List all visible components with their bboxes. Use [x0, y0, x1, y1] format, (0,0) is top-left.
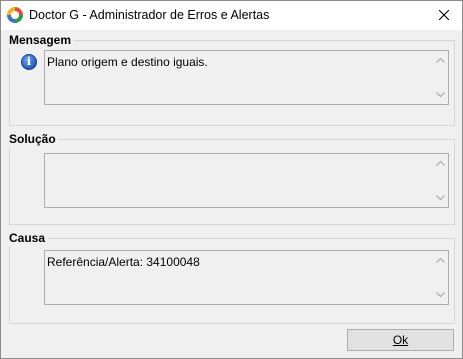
title-bar: Doctor G - Administrador de Erros e Aler…	[1, 1, 462, 30]
causa-scrollbar[interactable]	[432, 251, 448, 304]
app-logo-icon	[7, 7, 23, 23]
mensagem-text: Plano origem e destino iguais.	[47, 55, 208, 69]
window-title: Doctor G - Administrador de Erros e Aler…	[29, 8, 270, 22]
group-mensagem: Mensagem i Plano origem e destino iguais…	[9, 32, 455, 126]
causa-text: Referência/Alerta: 34100048	[47, 255, 200, 269]
close-icon	[439, 10, 449, 20]
scroll-up-icon[interactable]	[436, 160, 445, 166]
group-causa: Causa Referência/Alerta: 34100048	[9, 230, 455, 324]
scroll-down-icon[interactable]	[436, 92, 445, 98]
mensagem-text-area[interactable]: Plano origem e destino iguais.	[44, 50, 449, 105]
dialog-window: Doctor G - Administrador de Erros e Aler…	[0, 0, 463, 359]
solucao-scrollbar[interactable]	[432, 154, 448, 207]
close-button[interactable]	[426, 1, 462, 30]
mensagem-scrollbar[interactable]	[432, 51, 448, 104]
group-solucao: Solução	[9, 131, 455, 225]
scroll-down-icon[interactable]	[436, 292, 445, 298]
scroll-up-icon[interactable]	[436, 257, 445, 263]
ok-button[interactable]: Ok	[347, 329, 454, 351]
scroll-down-icon[interactable]	[436, 195, 445, 201]
causa-label: Causa	[9, 230, 49, 246]
causa-text-area[interactable]: Referência/Alerta: 34100048	[44, 250, 449, 305]
solucao-text-area[interactable]	[44, 153, 449, 208]
scroll-up-icon[interactable]	[436, 57, 445, 63]
info-icon: i	[21, 54, 37, 70]
solucao-label: Solução	[9, 131, 59, 147]
mensagem-label: Mensagem	[9, 32, 75, 48]
